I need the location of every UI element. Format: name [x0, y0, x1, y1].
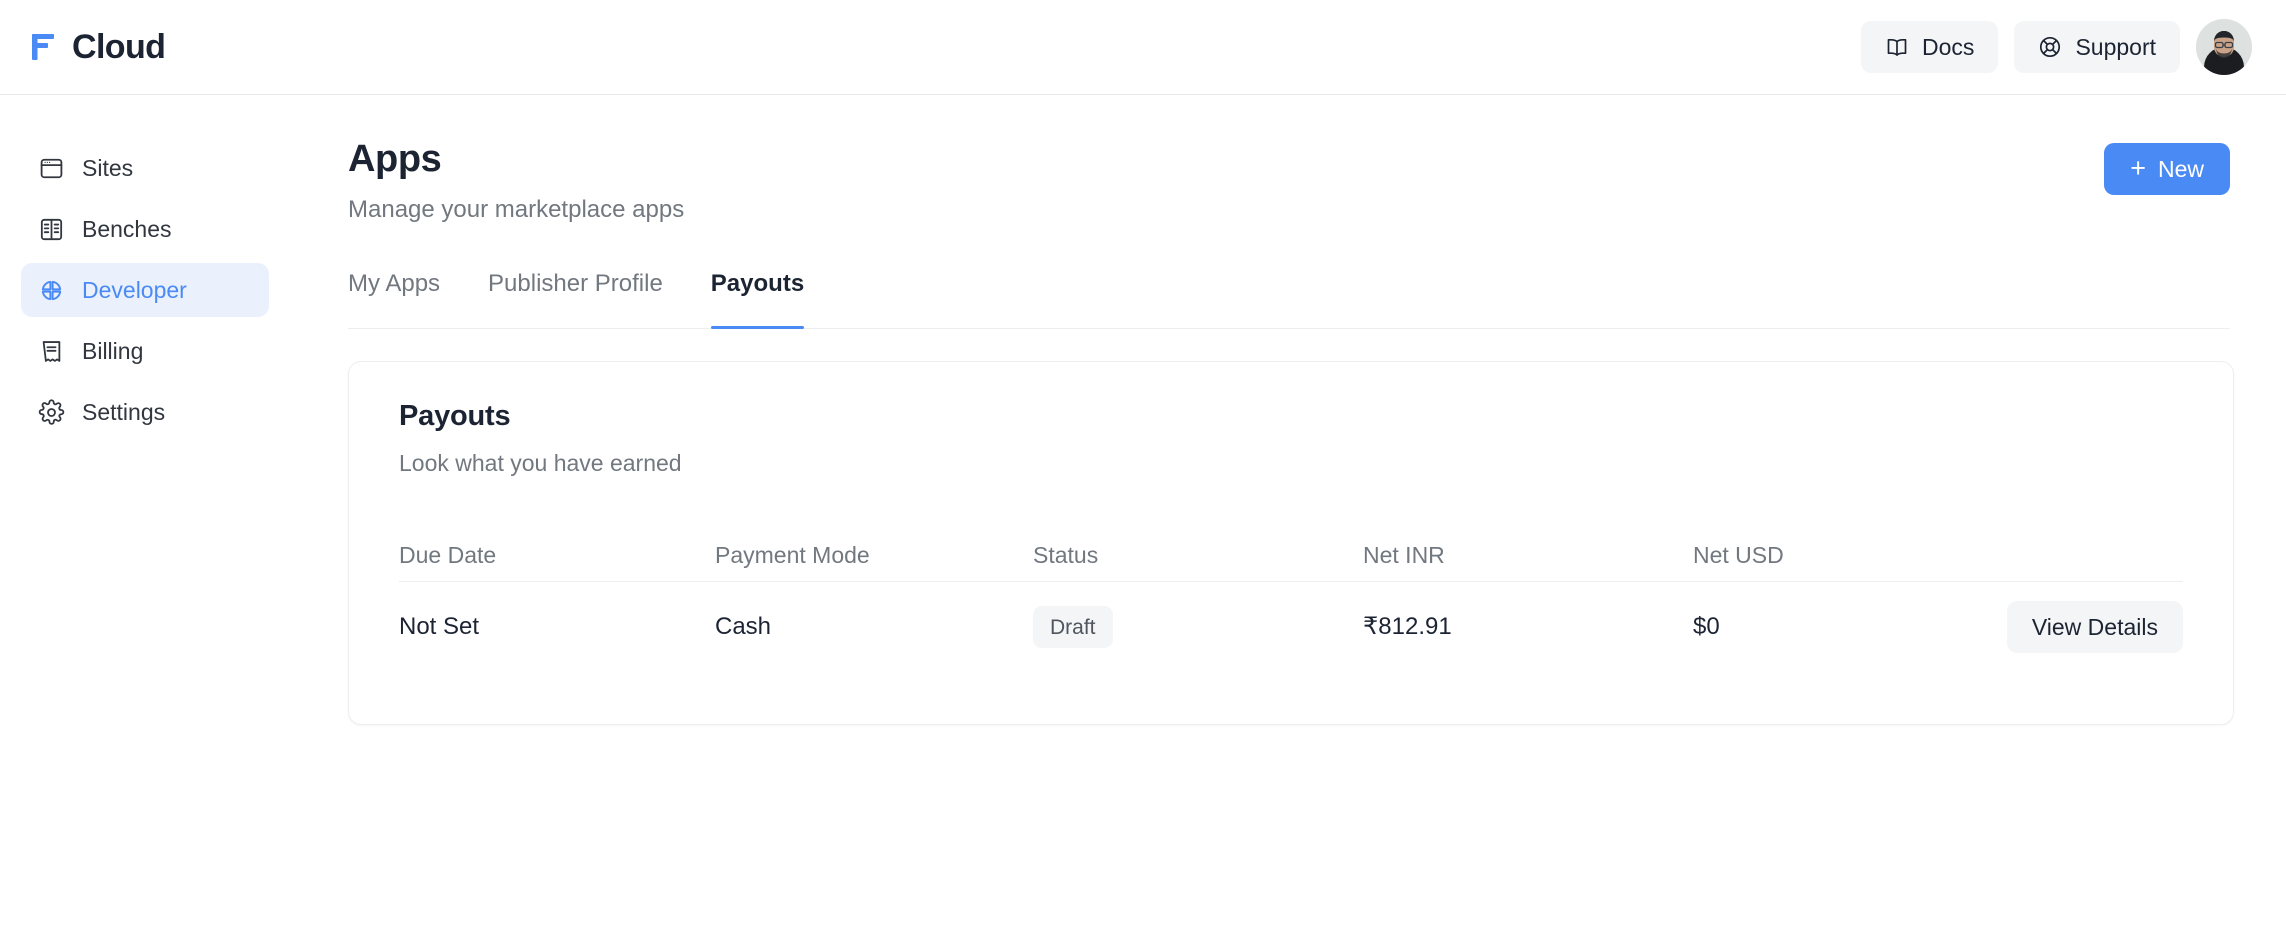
net-inr-value: ₹812.91 [1363, 613, 1452, 641]
payment-mode-value: Cash [715, 613, 772, 641]
column-header-due-date: Due Date [399, 544, 715, 567]
tab-label: My Apps [348, 270, 441, 298]
status-badge: Draft [1033, 606, 1113, 649]
payouts-table: Due Date Payment Mode Status Net INR Net… [399, 530, 2183, 672]
brand-name: Cloud [72, 28, 166, 66]
sidebar-item-sites[interactable]: Sites [21, 141, 269, 195]
receipt-icon [38, 338, 65, 365]
top-header-bar: Cloud Docs Support [0, 0, 2286, 95]
page-title: Apps [348, 138, 442, 180]
sidebar-item-developer[interactable]: Developer [21, 263, 269, 317]
column-header-label: Due Date [399, 542, 497, 569]
frappe-f-logo-icon [30, 31, 60, 63]
table-header-row: Due Date Payment Mode Status Net INR Net… [399, 530, 2183, 583]
sidebar-item-benches[interactable]: Benches [21, 202, 269, 256]
column-header-status: Status [1033, 544, 1363, 567]
cell-payment-mode: Cash [715, 615, 1033, 639]
main-content: Apps Manage your marketplace apps + New … [290, 95, 2286, 928]
payouts-card: Payouts Look what you have earned Due Da… [348, 361, 2234, 726]
life-buoy-icon [2038, 35, 2062, 59]
column-header-label: Payment Mode [715, 542, 870, 569]
card-title: Payouts [399, 400, 511, 433]
sidebar-nav: Sites Benches Developer Billing Settings [0, 95, 290, 928]
cell-actions: View Details [1973, 601, 2183, 654]
table-row[interactable]: Not Set Cash Draft ₹812.91 $0 View Detai… [399, 582, 2183, 672]
header-actions: Docs Support [1861, 19, 2252, 75]
sidebar-item-billing[interactable]: Billing [21, 324, 269, 378]
column-header-net-inr: Net INR [1363, 544, 1693, 567]
support-button[interactable]: Support [2014, 21, 2180, 73]
sidebar-item-label: Developer [82, 276, 187, 303]
page-subtitle: Manage your marketplace apps [348, 195, 685, 223]
tab-payouts[interactable]: Payouts [687, 270, 828, 330]
column-header-payment-mode: Payment Mode [715, 544, 1033, 567]
docs-button[interactable]: Docs [1861, 21, 1999, 73]
new-button[interactable]: + New [2104, 143, 2230, 195]
column-header-label: Net INR [1363, 542, 1445, 569]
plus-icon: + [2130, 152, 2146, 183]
support-label: Support [2075, 33, 2156, 60]
server-panels-icon [38, 216, 65, 243]
sidebar-item-label: Benches [82, 215, 172, 242]
sidebar-item-label: Settings [82, 398, 166, 425]
cell-due-date: Not Set [399, 615, 715, 639]
column-header-label: Net USD [1693, 542, 1784, 569]
tab-label: Publisher Profile [488, 270, 663, 298]
book-open-icon [1885, 35, 1909, 59]
tab-my-apps[interactable]: My Apps [324, 272, 464, 328]
cell-net-inr: ₹812.91 [1363, 615, 1693, 639]
new-button-label: New [2157, 155, 2204, 182]
cell-status: Draft [1033, 606, 1363, 649]
page-header-text: Apps Manage your marketplace apps [348, 138, 684, 224]
tab-publisher-profile[interactable]: Publisher Profile [464, 272, 687, 328]
view-details-button[interactable]: View Details [2006, 601, 2183, 654]
sidebar-item-label: Billing [82, 337, 144, 364]
browser-window-icon [38, 155, 65, 182]
column-header-net-usd: Net USD [1693, 544, 1973, 567]
avatar[interactable] [2196, 19, 2252, 75]
tab-bar: My Apps Publisher Profile Payouts [348, 270, 2230, 330]
cell-net-usd: $0 [1693, 615, 1973, 639]
sidebar-item-settings[interactable]: Settings [21, 385, 269, 439]
column-header-label: Status [1033, 542, 1099, 569]
card-subtitle: Look what you have earned [399, 449, 682, 476]
page-header: Apps Manage your marketplace apps + New [348, 138, 2230, 224]
gear-icon [38, 398, 65, 426]
due-date-value: Not Set [399, 613, 480, 641]
sidebar-item-label: Sites [82, 154, 134, 181]
tab-label: Payouts [710, 270, 805, 298]
quadrant-circle-icon [38, 277, 65, 304]
docs-label: Docs [1922, 33, 1975, 60]
brand-logo[interactable]: Cloud [30, 28, 166, 66]
net-usd-value: $0 [1693, 613, 1720, 641]
